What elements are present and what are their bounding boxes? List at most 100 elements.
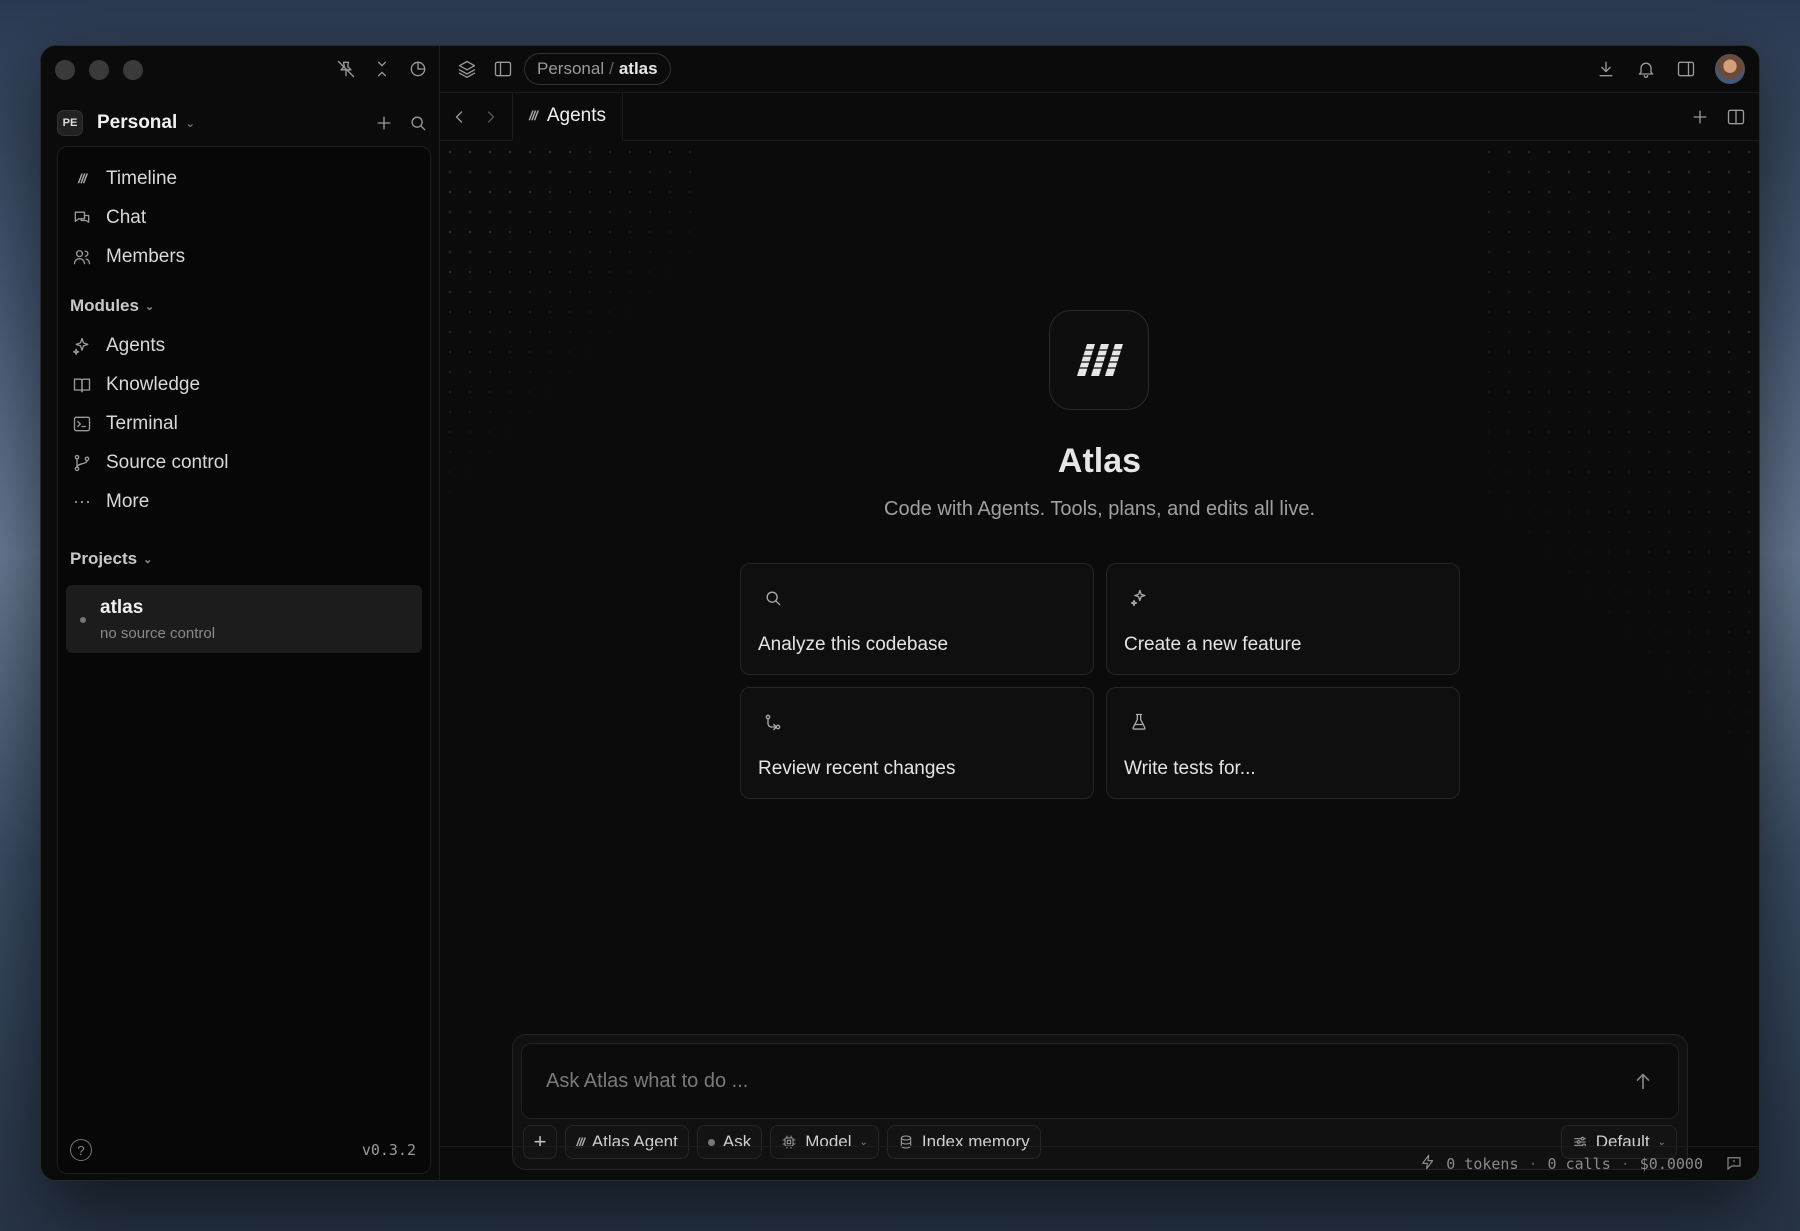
add-icon[interactable] bbox=[373, 112, 395, 134]
suggestion-analyze-codebase[interactable]: Analyze this codebase bbox=[740, 563, 1094, 675]
suggestion-label: Review recent changes bbox=[758, 758, 956, 779]
version-label: v0.3.2 bbox=[361, 1141, 416, 1159]
sidebar: PE Personal ⌄ /// Timeline Chat Members … bbox=[41, 46, 439, 1180]
decorative-dots bbox=[1479, 142, 1759, 842]
sidebar-item-more[interactable]: ··· More bbox=[58, 482, 430, 521]
sidebar-item-terminal[interactable]: Terminal bbox=[58, 404, 430, 443]
download-icon[interactable] bbox=[1595, 58, 1617, 80]
book-icon bbox=[70, 373, 94, 397]
workspace-switcher[interactable]: PE Personal ⌄ bbox=[57, 106, 429, 140]
sidebar-item-agents[interactable]: Agents bbox=[58, 326, 430, 365]
agents-home: Atlas Code with Agents. Tools, plans, an… bbox=[440, 142, 1759, 1170]
send-icon[interactable] bbox=[1632, 1070, 1656, 1094]
section-label: Modules bbox=[70, 296, 139, 315]
sidebar-item-label: Agents bbox=[106, 334, 166, 356]
layers-icon[interactable] bbox=[456, 58, 478, 80]
sidebar-item-label: More bbox=[106, 490, 150, 512]
maximize-window-button[interactable] bbox=[123, 60, 143, 80]
search-icon bbox=[763, 588, 785, 610]
avatar[interactable] bbox=[1715, 54, 1745, 84]
project-subtitle: no source control bbox=[100, 625, 216, 642]
new-tab-icon[interactable] bbox=[1689, 106, 1711, 128]
section-label: Projects bbox=[70, 549, 138, 568]
status-separator: · bbox=[1620, 1154, 1630, 1173]
sidebar-item-label: Chat bbox=[106, 206, 147, 228]
breadcrumb[interactable]: Personal / atlas bbox=[524, 53, 671, 85]
main-area: Personal / atlas /// Agents Atlas Code w… bbox=[439, 46, 1759, 1180]
chat-icon bbox=[70, 206, 94, 230]
prompt-input[interactable] bbox=[522, 1044, 1678, 1118]
split-view-icon[interactable] bbox=[1725, 106, 1747, 128]
sidebar-item-members[interactable]: Members bbox=[58, 237, 430, 276]
bell-icon[interactable] bbox=[1635, 58, 1657, 80]
sparkles-icon bbox=[1129, 588, 1151, 610]
suggestion-cards: Analyze this codebase Create a new featu… bbox=[740, 563, 1460, 799]
project-item-atlas[interactable]: atlas no source control bbox=[66, 585, 422, 653]
bolt-icon bbox=[1420, 1154, 1436, 1174]
call-count: 0 calls bbox=[1547, 1154, 1611, 1173]
suggestion-label: Write tests for... bbox=[1124, 758, 1256, 779]
agents-logo-icon: /// bbox=[529, 108, 538, 123]
workspace-badge: PE bbox=[57, 110, 83, 136]
breadcrumb-current[interactable]: atlas bbox=[619, 59, 658, 79]
sidebar-item-label: Timeline bbox=[106, 167, 178, 189]
workspace-name: Personal bbox=[97, 112, 178, 133]
git-branch-icon bbox=[70, 451, 94, 475]
suggestion-label: Create a new feature bbox=[1124, 634, 1302, 655]
sidebar-item-chat[interactable]: Chat bbox=[58, 198, 430, 237]
collapse-icon[interactable] bbox=[371, 58, 393, 80]
suggestion-write-tests[interactable]: Write tests for... bbox=[1106, 687, 1460, 799]
members-icon bbox=[70, 245, 94, 269]
sparkles-icon bbox=[70, 334, 94, 358]
titlebar: Personal / atlas bbox=[440, 46, 1759, 93]
sidebar-item-label: Source control bbox=[106, 451, 229, 473]
atlas-logo-icon bbox=[1049, 310, 1149, 410]
forward-icon[interactable] bbox=[480, 106, 502, 128]
more-icon: ··· bbox=[73, 491, 91, 511]
projects-section-header[interactable]: Projects ⌄ bbox=[58, 539, 430, 579]
hero-title: Atlas bbox=[1057, 442, 1142, 480]
mode-dot-icon bbox=[707, 1138, 715, 1146]
app-window: PE Personal ⌄ /// Timeline Chat Members … bbox=[40, 45, 1760, 1181]
suggestion-label: Analyze this codebase bbox=[758, 634, 949, 655]
modules-section-header[interactable]: Modules ⌄ bbox=[58, 286, 430, 326]
close-window-button[interactable] bbox=[55, 60, 75, 80]
suggestion-create-feature[interactable]: Create a new feature bbox=[1106, 563, 1460, 675]
history-icon[interactable] bbox=[407, 58, 429, 80]
tab-agents[interactable]: /// Agents bbox=[512, 92, 623, 141]
git-compare-icon bbox=[763, 712, 785, 734]
right-panel-icon[interactable] bbox=[1675, 58, 1697, 80]
chevron-down-icon: ⌄ bbox=[143, 553, 153, 566]
sidebar-top-actions bbox=[335, 58, 429, 80]
hero-subtitle: Code with Agents. Tools, plans, and edit… bbox=[884, 498, 1315, 520]
breadcrumb-parent[interactable]: Personal bbox=[537, 59, 604, 79]
tab-bar: /// Agents bbox=[440, 92, 1759, 141]
status-separator: · bbox=[1528, 1154, 1538, 1173]
status-dot bbox=[80, 617, 86, 623]
chevron-down-icon: ⌄ bbox=[185, 116, 196, 130]
sidebar-item-label: Members bbox=[106, 245, 186, 267]
minimize-window-button[interactable] bbox=[89, 60, 109, 80]
sidebar-item-source-control[interactable]: Source control bbox=[58, 443, 430, 482]
cost-value: $0.0000 bbox=[1639, 1154, 1703, 1173]
sidebar-item-timeline[interactable]: /// Timeline bbox=[58, 159, 430, 198]
composer-input-wrapper bbox=[521, 1043, 1679, 1119]
sidebar-item-label: Terminal bbox=[106, 412, 178, 434]
chevron-down-icon: ⌄ bbox=[144, 300, 155, 313]
suggestion-review-changes[interactable]: Review recent changes bbox=[740, 687, 1094, 799]
status-bar: 0 tokens · 0 calls · $0.0000 bbox=[440, 1146, 1759, 1180]
unpin-icon[interactable] bbox=[335, 58, 357, 80]
timeline-icon: /// bbox=[78, 171, 87, 186]
breadcrumb-separator: / bbox=[609, 59, 614, 78]
sidebar-toggle-icon[interactable] bbox=[492, 58, 514, 80]
token-count: 0 tokens bbox=[1446, 1154, 1519, 1173]
back-icon[interactable] bbox=[448, 106, 470, 128]
sidebar-panel: /// Timeline Chat Members Modules ⌄ Agen… bbox=[57, 146, 431, 1174]
terminal-icon bbox=[70, 412, 94, 436]
search-icon[interactable] bbox=[407, 112, 429, 134]
project-name: atlas bbox=[100, 597, 144, 618]
sidebar-item-knowledge[interactable]: Knowledge bbox=[58, 365, 430, 404]
help-icon[interactable]: ? bbox=[70, 1139, 92, 1161]
feedback-icon[interactable] bbox=[1725, 1154, 1745, 1174]
window-controls bbox=[55, 60, 143, 80]
